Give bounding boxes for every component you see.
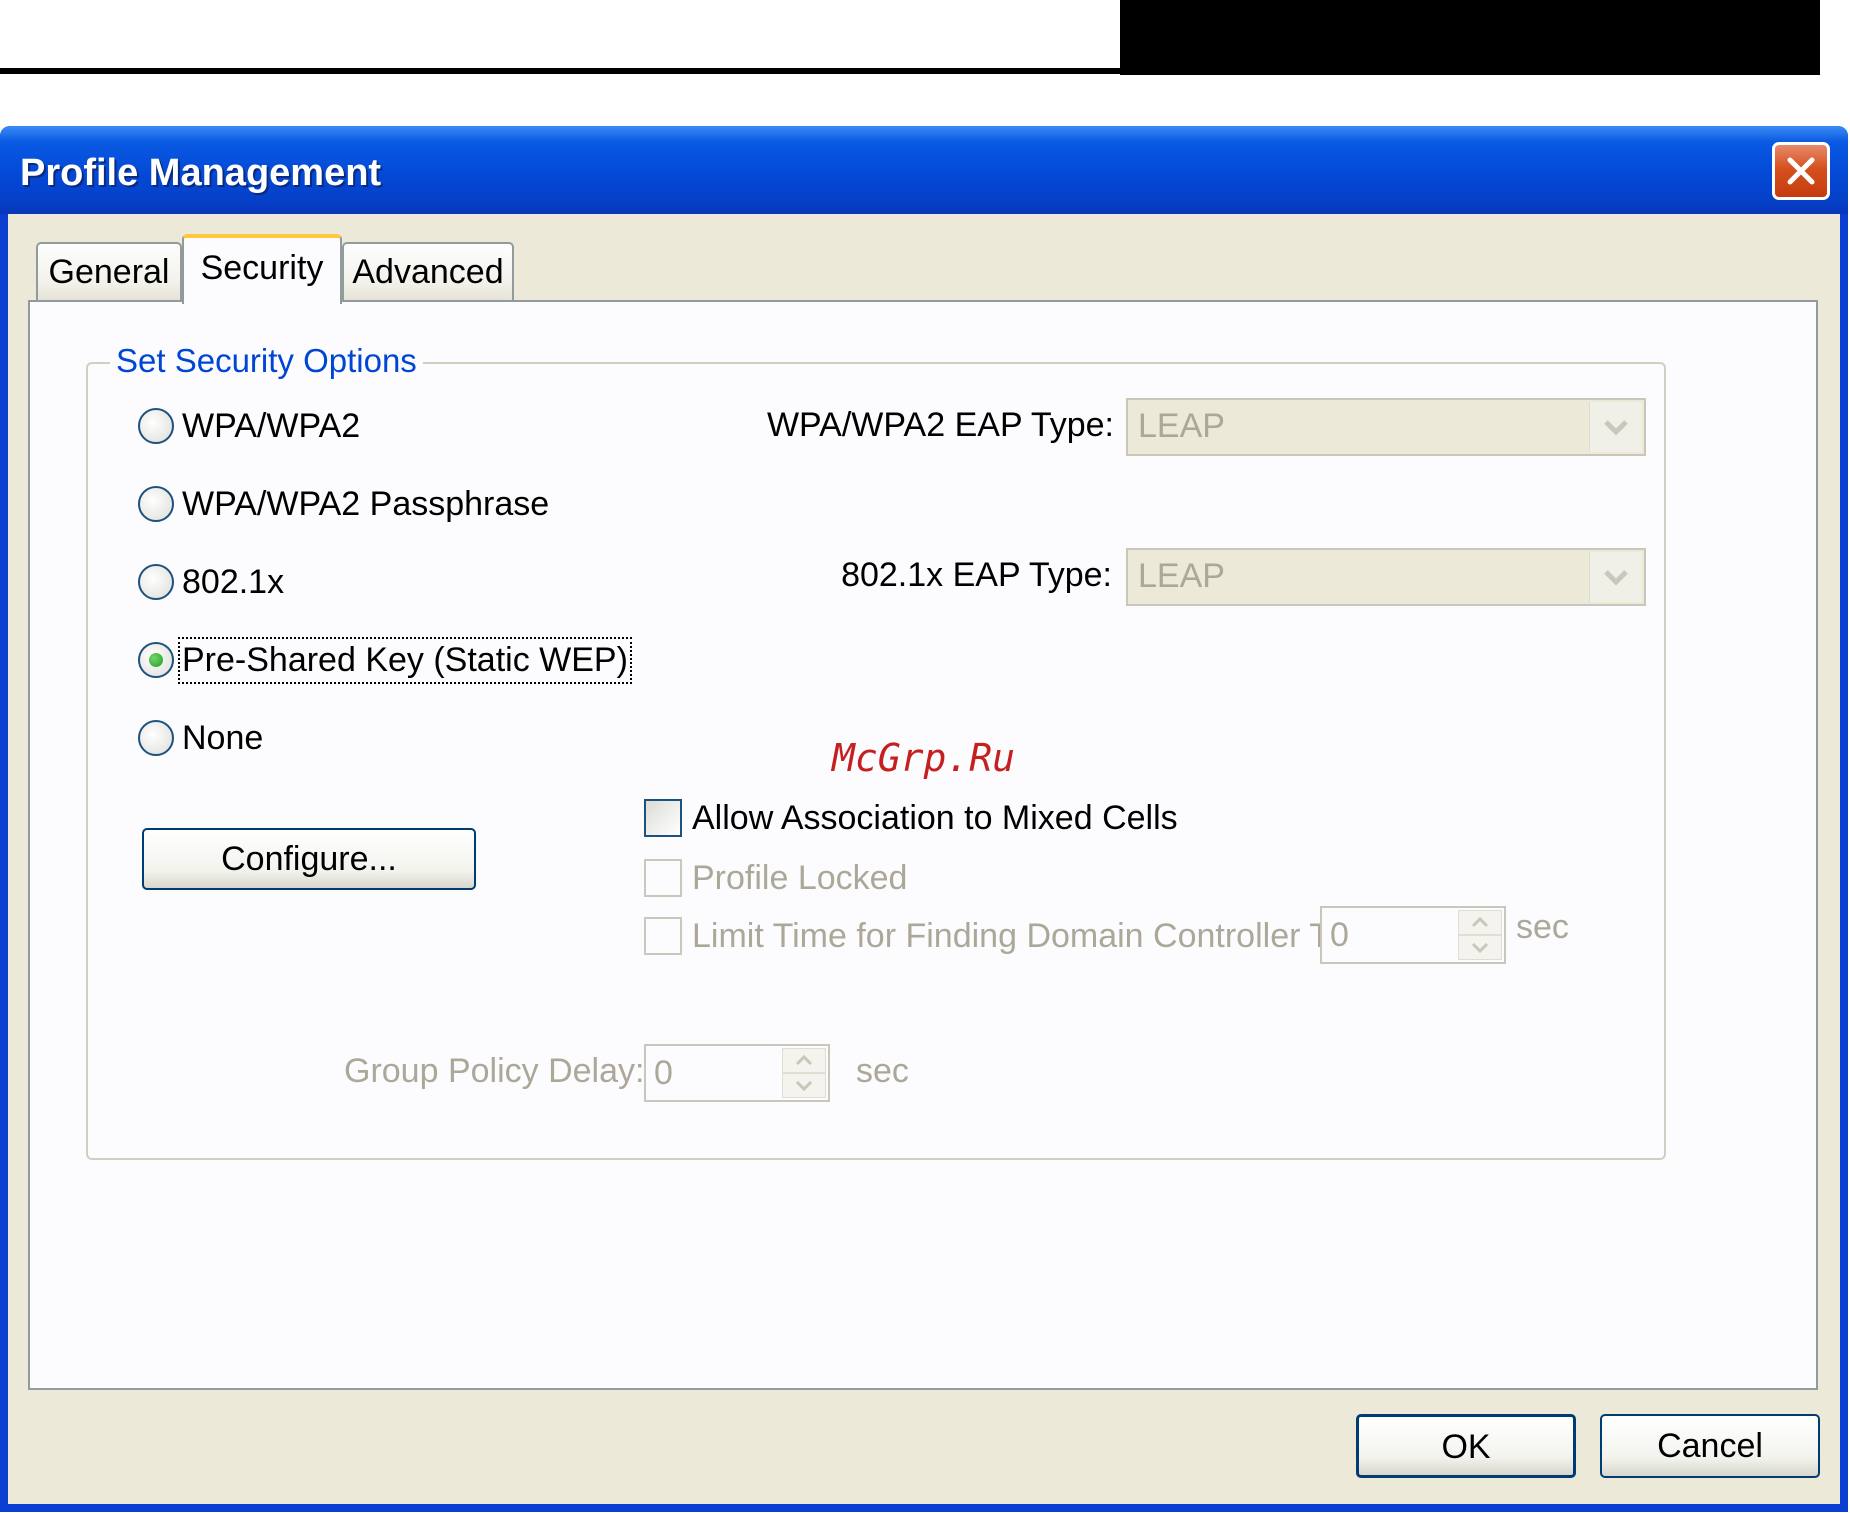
spinner-value: 0: [654, 1054, 673, 1092]
checkbox[interactable]: [644, 917, 682, 955]
spinner-buttons[interactable]: [782, 1048, 826, 1098]
radio-label: None: [182, 718, 264, 757]
radio-button[interactable]: [138, 720, 174, 756]
cancel-button[interactable]: Cancel: [1600, 1414, 1820, 1478]
spinner-value: 0: [1330, 916, 1349, 954]
checkbox-mixed-cells[interactable]: Allow Association to Mixed Cells: [644, 796, 1178, 840]
radio-802-1x[interactable]: 802.1x: [138, 560, 284, 604]
radio-label: WPA/WPA2 Passphrase: [182, 484, 550, 523]
tab-general[interactable]: General: [36, 242, 182, 300]
radio-label: WPA/WPA2: [182, 406, 361, 445]
profile-management-dialog: Profile Management General Security Adva…: [0, 126, 1848, 1512]
radio-label: Pre-Shared Key (Static WEP): [178, 636, 632, 684]
title-bar[interactable]: Profile Management: [0, 126, 1848, 214]
group-policy-delay-spinner[interactable]: 0: [644, 1044, 830, 1102]
header-black-bar: [1120, 0, 1820, 75]
security-tab-panel: Set Security Options WPA/WPA2 WPA/WPA2 P…: [28, 300, 1818, 1390]
limit-time-unit: sec: [1516, 908, 1569, 946]
spin-up-icon: [795, 1054, 813, 1066]
radio-button[interactable]: [138, 564, 174, 600]
spin-up-icon: [1471, 916, 1489, 928]
dot1x-eap-type-label: 802.1x EAP Type:: [841, 556, 1112, 594]
dropdown-button[interactable]: [1589, 402, 1642, 452]
tab-advanced[interactable]: Advanced: [342, 242, 514, 300]
combo-value: LEAP: [1138, 407, 1225, 445]
window-title: Profile Management: [20, 152, 382, 194]
dot1x-eap-type-select[interactable]: LEAP: [1126, 548, 1646, 606]
group-policy-delay-label: Group Policy Delay:: [344, 1052, 645, 1090]
configure-button[interactable]: Configure...: [142, 828, 476, 890]
checkbox-label: Profile Locked: [692, 858, 908, 897]
spin-up-button[interactable]: [782, 1048, 826, 1073]
wpa-eap-type-select[interactable]: LEAP: [1126, 398, 1646, 456]
radio-button[interactable]: [138, 408, 174, 444]
close-button[interactable]: [1772, 142, 1830, 200]
limit-time-spinner[interactable]: 0: [1320, 906, 1506, 964]
spin-up-button[interactable]: [1458, 910, 1502, 935]
checkbox-limit-time[interactable]: Limit Time for Finding Domain Controller…: [644, 914, 1355, 958]
radio-pre-shared-key[interactable]: Pre-Shared Key (Static WEP): [138, 636, 632, 684]
chevron-down-icon: [1604, 420, 1628, 436]
watermark-text: McGrp.Ru: [832, 736, 1016, 780]
checkbox[interactable]: [644, 799, 682, 837]
spin-down-button[interactable]: [1458, 935, 1502, 960]
group-legend: Set Security Options: [110, 342, 423, 380]
spin-down-icon: [795, 1080, 813, 1092]
tab-security[interactable]: Security: [182, 234, 342, 304]
ok-button[interactable]: OK: [1356, 1414, 1576, 1478]
spin-down-button[interactable]: [782, 1073, 826, 1098]
checkbox-label: Allow Association to Mixed Cells: [692, 798, 1178, 837]
combo-value: LEAP: [1138, 557, 1225, 595]
checkbox-label: Limit Time for Finding Domain Controller…: [692, 916, 1355, 955]
radio-wpa-passphrase[interactable]: WPA/WPA2 Passphrase: [138, 482, 549, 526]
wpa-eap-type-label: WPA/WPA2 EAP Type:: [766, 406, 1114, 444]
close-icon: [1787, 157, 1815, 185]
radio-button[interactable]: [138, 486, 174, 522]
header-rule: [0, 68, 1820, 74]
chevron-down-icon: [1604, 570, 1628, 586]
dialog-client-area: General Security Advanced Set Security O…: [8, 214, 1840, 1504]
radio-wpa-wpa2[interactable]: WPA/WPA2: [138, 404, 360, 448]
checkbox-profile-locked[interactable]: Profile Locked: [644, 856, 907, 900]
radio-selected-dot: [149, 653, 163, 667]
checkbox[interactable]: [644, 859, 682, 897]
dropdown-button[interactable]: [1589, 552, 1642, 602]
spinner-buttons[interactable]: [1458, 910, 1502, 960]
radio-label: 802.1x: [182, 562, 285, 601]
radio-button-selected[interactable]: [138, 642, 174, 678]
spin-down-icon: [1471, 942, 1489, 954]
group-policy-delay-unit: sec: [856, 1052, 909, 1090]
radio-none[interactable]: None: [138, 716, 263, 760]
